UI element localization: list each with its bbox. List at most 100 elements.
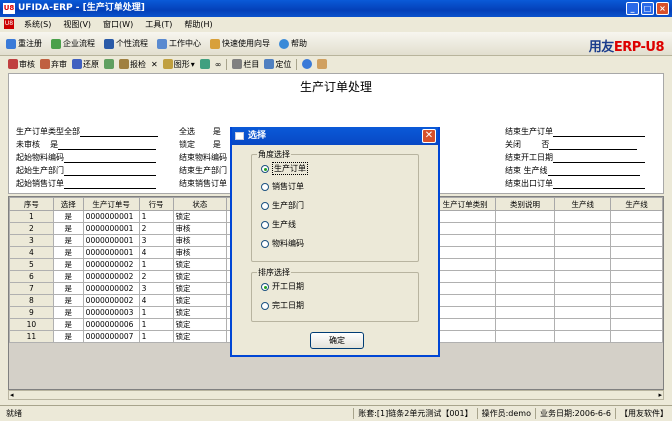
cell-empty[interactable] [554, 294, 612, 307]
cell-index[interactable]: 9 [9, 306, 54, 319]
cell-status[interactable]: 锁定 [172, 282, 228, 295]
filter-end-export-order[interactable]: 结束出口订单 [505, 178, 645, 189]
menu-tools[interactable]: 工具(T) [139, 19, 178, 30]
filter-start-sales-order[interactable]: 起始销售订单 [16, 178, 156, 189]
cell-empty[interactable] [610, 330, 663, 343]
reregister-button[interactable]: 重注册 [6, 38, 42, 49]
cell-empty[interactable] [494, 294, 556, 307]
radio-sales-order[interactable]: 销售订单 [261, 181, 304, 192]
cell-line-no[interactable]: 1 [138, 258, 174, 271]
col-header-line-2[interactable]: 生产线 [610, 197, 663, 211]
cell-empty[interactable] [494, 210, 556, 223]
cell-empty[interactable] [434, 258, 496, 271]
cell-empty[interactable] [494, 306, 556, 319]
filter-end-line[interactable]: 结束 生产线 [505, 165, 640, 176]
cell-select[interactable]: 是 [52, 210, 84, 223]
cell-order-no[interactable]: 0000000001 [82, 246, 140, 259]
enterprise-flow-button[interactable]: 企业流程 [51, 38, 95, 49]
filter-end-dept[interactable]: 结束生产部门 [179, 165, 227, 176]
cell-index[interactable]: 4 [9, 246, 54, 259]
col-header-line-no[interactable]: 行号 [138, 197, 174, 211]
cell-index[interactable]: 2 [9, 222, 54, 235]
cell-line-no[interactable]: 3 [138, 234, 174, 247]
cell-index[interactable]: 7 [9, 282, 54, 295]
cell-order-no[interactable]: 0000000002 [82, 258, 140, 271]
cell-empty[interactable] [554, 246, 612, 259]
cell-empty[interactable] [434, 234, 496, 247]
cell-index[interactable]: 10 [9, 318, 54, 331]
cell-empty[interactable] [610, 222, 663, 235]
chart-button[interactable]: 图形 ▾ [162, 59, 195, 70]
cell-status[interactable]: 锁定 [172, 318, 228, 331]
exit-button[interactable] [317, 59, 328, 69]
cell-select[interactable]: 是 [52, 222, 84, 235]
cell-status[interactable]: 锁定 [172, 270, 228, 283]
cell-select[interactable]: 是 [52, 258, 84, 271]
filter-end-start-date[interactable]: 结束开工日期 [505, 152, 645, 163]
col-header-select[interactable]: 选择 [52, 197, 84, 211]
cell-empty[interactable] [434, 294, 496, 307]
horizontal-scrollbar[interactable]: ◂ ▸ [8, 390, 664, 400]
cell-empty[interactable] [610, 282, 663, 295]
cell-select[interactable]: 是 [52, 330, 84, 343]
cell-empty[interactable] [434, 306, 496, 319]
delete-button[interactable]: ✕ [151, 60, 158, 69]
cell-status[interactable]: 审核 [172, 222, 228, 235]
cell-select[interactable]: 是 [52, 246, 84, 259]
col-header-order-no[interactable]: 生产订单号 [82, 197, 140, 211]
cell-order-no[interactable]: 0000000001 [82, 234, 140, 247]
cell-line-no[interactable]: 1 [138, 318, 174, 331]
cell-index[interactable]: 8 [9, 294, 54, 307]
cell-empty[interactable] [554, 318, 612, 331]
cell-empty[interactable] [494, 330, 556, 343]
cell-index[interactable]: 6 [9, 270, 54, 283]
cell-empty[interactable] [434, 330, 496, 343]
ok-button[interactable]: 确定 [310, 332, 364, 349]
cell-index[interactable]: 3 [9, 234, 54, 247]
col-header-category-desc[interactable]: 类别说明 [494, 197, 556, 211]
cell-empty[interactable] [434, 270, 496, 283]
cell-select[interactable]: 是 [52, 294, 84, 307]
cell-empty[interactable] [434, 282, 496, 295]
scroll-left-icon[interactable]: ◂ [10, 391, 14, 399]
filter-end-order[interactable]: 结束生产订单 [505, 126, 645, 137]
cell-order-no[interactable]: 0000000002 [82, 294, 140, 307]
maximize-button[interactable]: □ [641, 2, 654, 15]
radio-finish-date[interactable]: 完工日期 [261, 300, 304, 311]
toolbar-help-button[interactable] [302, 59, 313, 69]
cell-empty[interactable] [610, 318, 663, 331]
col-header-line[interactable]: 生产线 [554, 197, 612, 211]
cell-empty[interactable] [494, 270, 556, 283]
cell-line-no[interactable]: 3 [138, 282, 174, 295]
cell-empty[interactable] [554, 234, 612, 247]
locate-button[interactable]: 定位 [264, 59, 291, 70]
filter-select-all[interactable]: 全选 是 [179, 126, 221, 137]
cell-empty[interactable] [610, 246, 663, 259]
approve-button[interactable]: 审核 [8, 59, 35, 70]
radio-production-order[interactable]: 生产订单 [261, 162, 308, 175]
cell-line-no[interactable]: 4 [138, 246, 174, 259]
cell-empty[interactable] [554, 222, 612, 235]
cell-empty[interactable] [494, 282, 556, 295]
cell-empty[interactable] [610, 258, 663, 271]
cell-order-no[interactable]: 0000000001 [82, 210, 140, 223]
help-button[interactable]: 帮助 [279, 38, 307, 49]
restore-button[interactable]: 还原 [72, 59, 99, 70]
cell-order-no[interactable]: 0000000001 [82, 222, 140, 235]
cell-empty[interactable] [554, 258, 612, 271]
cell-index[interactable]: 1 [9, 210, 54, 223]
cell-line-no[interactable]: 2 [138, 270, 174, 283]
cell-status[interactable]: 锁定 [172, 330, 228, 343]
close-button[interactable]: × [656, 2, 669, 15]
col-header-order-category[interactable]: 生产订单类别 [434, 197, 496, 211]
cell-empty[interactable] [554, 330, 612, 343]
export-button[interactable] [104, 59, 114, 69]
minimize-button[interactable]: _ [626, 2, 639, 15]
cell-empty[interactable] [554, 306, 612, 319]
cell-status[interactable]: 审核 [172, 246, 228, 259]
filter-start-material[interactable]: 起始物料编码 [16, 152, 156, 163]
cell-empty[interactable] [494, 222, 556, 235]
unapprove-button[interactable]: 弃审 [40, 59, 67, 70]
radio-production-line[interactable]: 生产线 [261, 219, 296, 230]
find-button[interactable]: ∞ [215, 60, 222, 69]
